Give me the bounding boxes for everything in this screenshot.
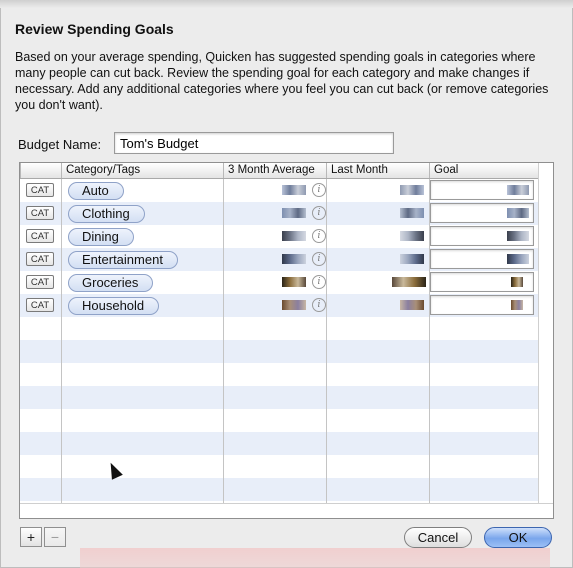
column-header-3-month-average[interactable]: 3 Month Average	[223, 163, 326, 178]
goal-input[interactable]	[430, 272, 534, 292]
info-icon[interactable]: i	[312, 275, 326, 289]
vertical-scrollbar[interactable]	[538, 163, 553, 503]
redacted-3-month-average	[282, 208, 306, 218]
table-row[interactable]: CAT Auto i	[20, 179, 538, 202]
redacted-goal-value	[507, 231, 529, 241]
empty-row	[20, 455, 538, 478]
redacted-goal-value	[511, 277, 523, 287]
category-type-badge[interactable]: CAT	[26, 252, 54, 266]
category-type-badge[interactable]: CAT	[26, 275, 54, 289]
table-header: Category/Tags 3 Month Average Last Month…	[20, 163, 553, 179]
ok-button[interactable]: OK	[484, 527, 552, 548]
empty-row	[20, 386, 538, 409]
redacted-3-month-average	[282, 300, 306, 310]
empty-row	[20, 340, 538, 363]
column-divider	[61, 179, 62, 503]
add-category-button[interactable]: +	[20, 527, 42, 547]
redacted-goal-value	[507, 185, 529, 195]
column-header-goal[interactable]: Goal	[429, 163, 538, 178]
redacted-3-month-average	[282, 231, 306, 241]
table-row[interactable]: CAT Groceries i	[20, 271, 538, 294]
category-type-badge[interactable]: CAT	[26, 183, 54, 197]
empty-row	[20, 363, 538, 386]
goal-input[interactable]	[430, 226, 534, 246]
spending-goals-table: Category/Tags 3 Month Average Last Month…	[19, 162, 554, 519]
empty-row	[20, 317, 538, 340]
info-icon[interactable]: i	[312, 298, 326, 312]
redacted-goal-value	[507, 208, 529, 218]
table-row[interactable]: CAT Household i	[20, 294, 538, 317]
info-icon[interactable]: i	[312, 229, 326, 243]
column-header-category[interactable]: Category/Tags	[61, 163, 223, 178]
info-icon[interactable]: i	[312, 183, 326, 197]
redacted-last-month	[392, 277, 426, 287]
category-type-badge[interactable]: CAT	[26, 206, 54, 220]
redacted-3-month-average	[282, 254, 306, 264]
budget-name-label: Budget Name:	[18, 137, 102, 152]
category-token[interactable]: Entertainment	[68, 251, 178, 269]
redacted-last-month	[400, 231, 424, 241]
goal-input[interactable]	[430, 203, 534, 223]
table-row[interactable]: CAT Clothing i	[20, 202, 538, 225]
column-divider	[429, 179, 430, 503]
column-divider	[223, 179, 224, 503]
category-token[interactable]: Groceries	[68, 274, 154, 292]
goal-input[interactable]	[430, 295, 534, 315]
goal-input[interactable]	[430, 180, 534, 200]
redacted-goal-value	[511, 300, 523, 310]
empty-row	[20, 409, 538, 432]
background-window-strip	[80, 548, 550, 568]
category-type-badge[interactable]: CAT	[26, 229, 54, 243]
dialog-title: Review Spending Goals	[15, 21, 174, 37]
table-row[interactable]: CAT Entertainment i	[20, 248, 538, 271]
redacted-goal-value	[507, 254, 529, 264]
horizontal-scrollbar[interactable]	[20, 503, 553, 518]
category-token[interactable]: Household	[68, 297, 160, 315]
remove-category-button[interactable]: −	[44, 527, 66, 547]
info-icon[interactable]: i	[312, 252, 326, 266]
redacted-last-month	[400, 208, 424, 218]
review-spending-goals-dialog: Review Spending Goals Based on your aver…	[0, 0, 573, 568]
table-row[interactable]: CAT Dining i	[20, 225, 538, 248]
goal-input[interactable]	[430, 249, 534, 269]
empty-row	[20, 478, 538, 501]
dialog-description: Based on your average spending, Quicken …	[15, 50, 549, 112]
empty-row	[20, 432, 538, 455]
category-token[interactable]: Auto	[68, 182, 124, 200]
category-token[interactable]: Dining	[68, 228, 134, 246]
budget-name-input[interactable]	[114, 132, 394, 154]
redacted-3-month-average	[282, 185, 306, 195]
column-header-selector[interactable]	[20, 163, 61, 178]
table-body: CAT Auto i CAT Clothing i CAT Dining i CAT Ente…	[20, 179, 538, 503]
column-header-last-month[interactable]: Last Month	[326, 163, 429, 178]
column-divider	[326, 179, 327, 503]
redacted-3-month-average	[282, 277, 306, 287]
redacted-last-month	[400, 185, 424, 195]
redacted-last-month	[400, 254, 424, 264]
redacted-last-month	[400, 300, 424, 310]
info-icon[interactable]: i	[312, 206, 326, 220]
title-bar-shadow	[0, 0, 573, 8]
cancel-button[interactable]: Cancel	[404, 527, 472, 548]
category-type-badge[interactable]: CAT	[26, 298, 54, 312]
category-token[interactable]: Clothing	[68, 205, 145, 223]
